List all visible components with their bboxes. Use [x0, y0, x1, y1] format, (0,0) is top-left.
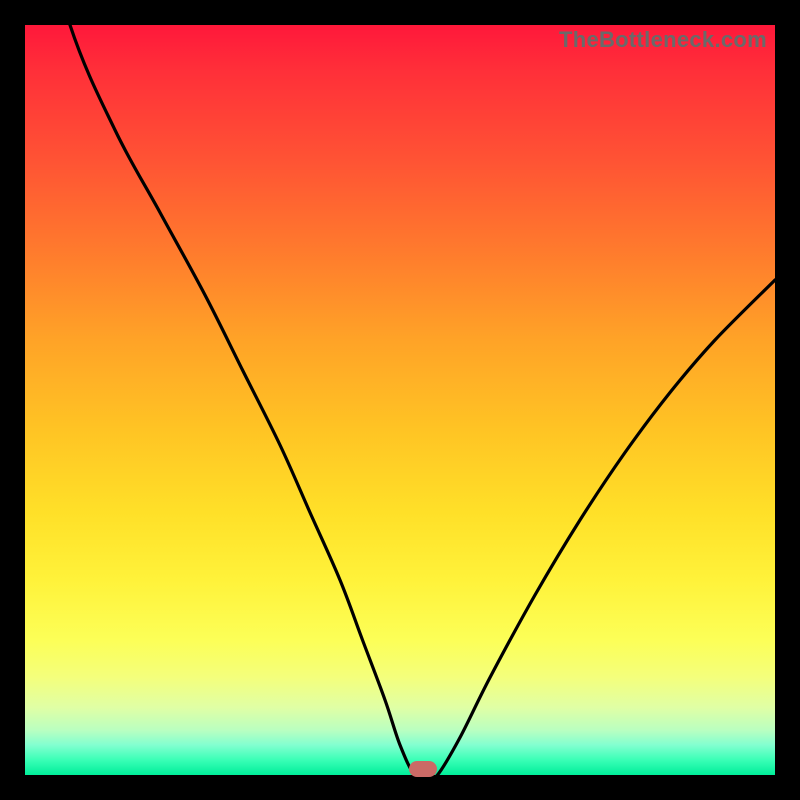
- optimal-point-marker: [409, 761, 437, 777]
- curve-path: [25, 0, 775, 778]
- bottleneck-curve: [25, 25, 775, 775]
- plot-area: TheBottleneck.com: [25, 25, 775, 775]
- chart-frame: TheBottleneck.com: [0, 0, 800, 800]
